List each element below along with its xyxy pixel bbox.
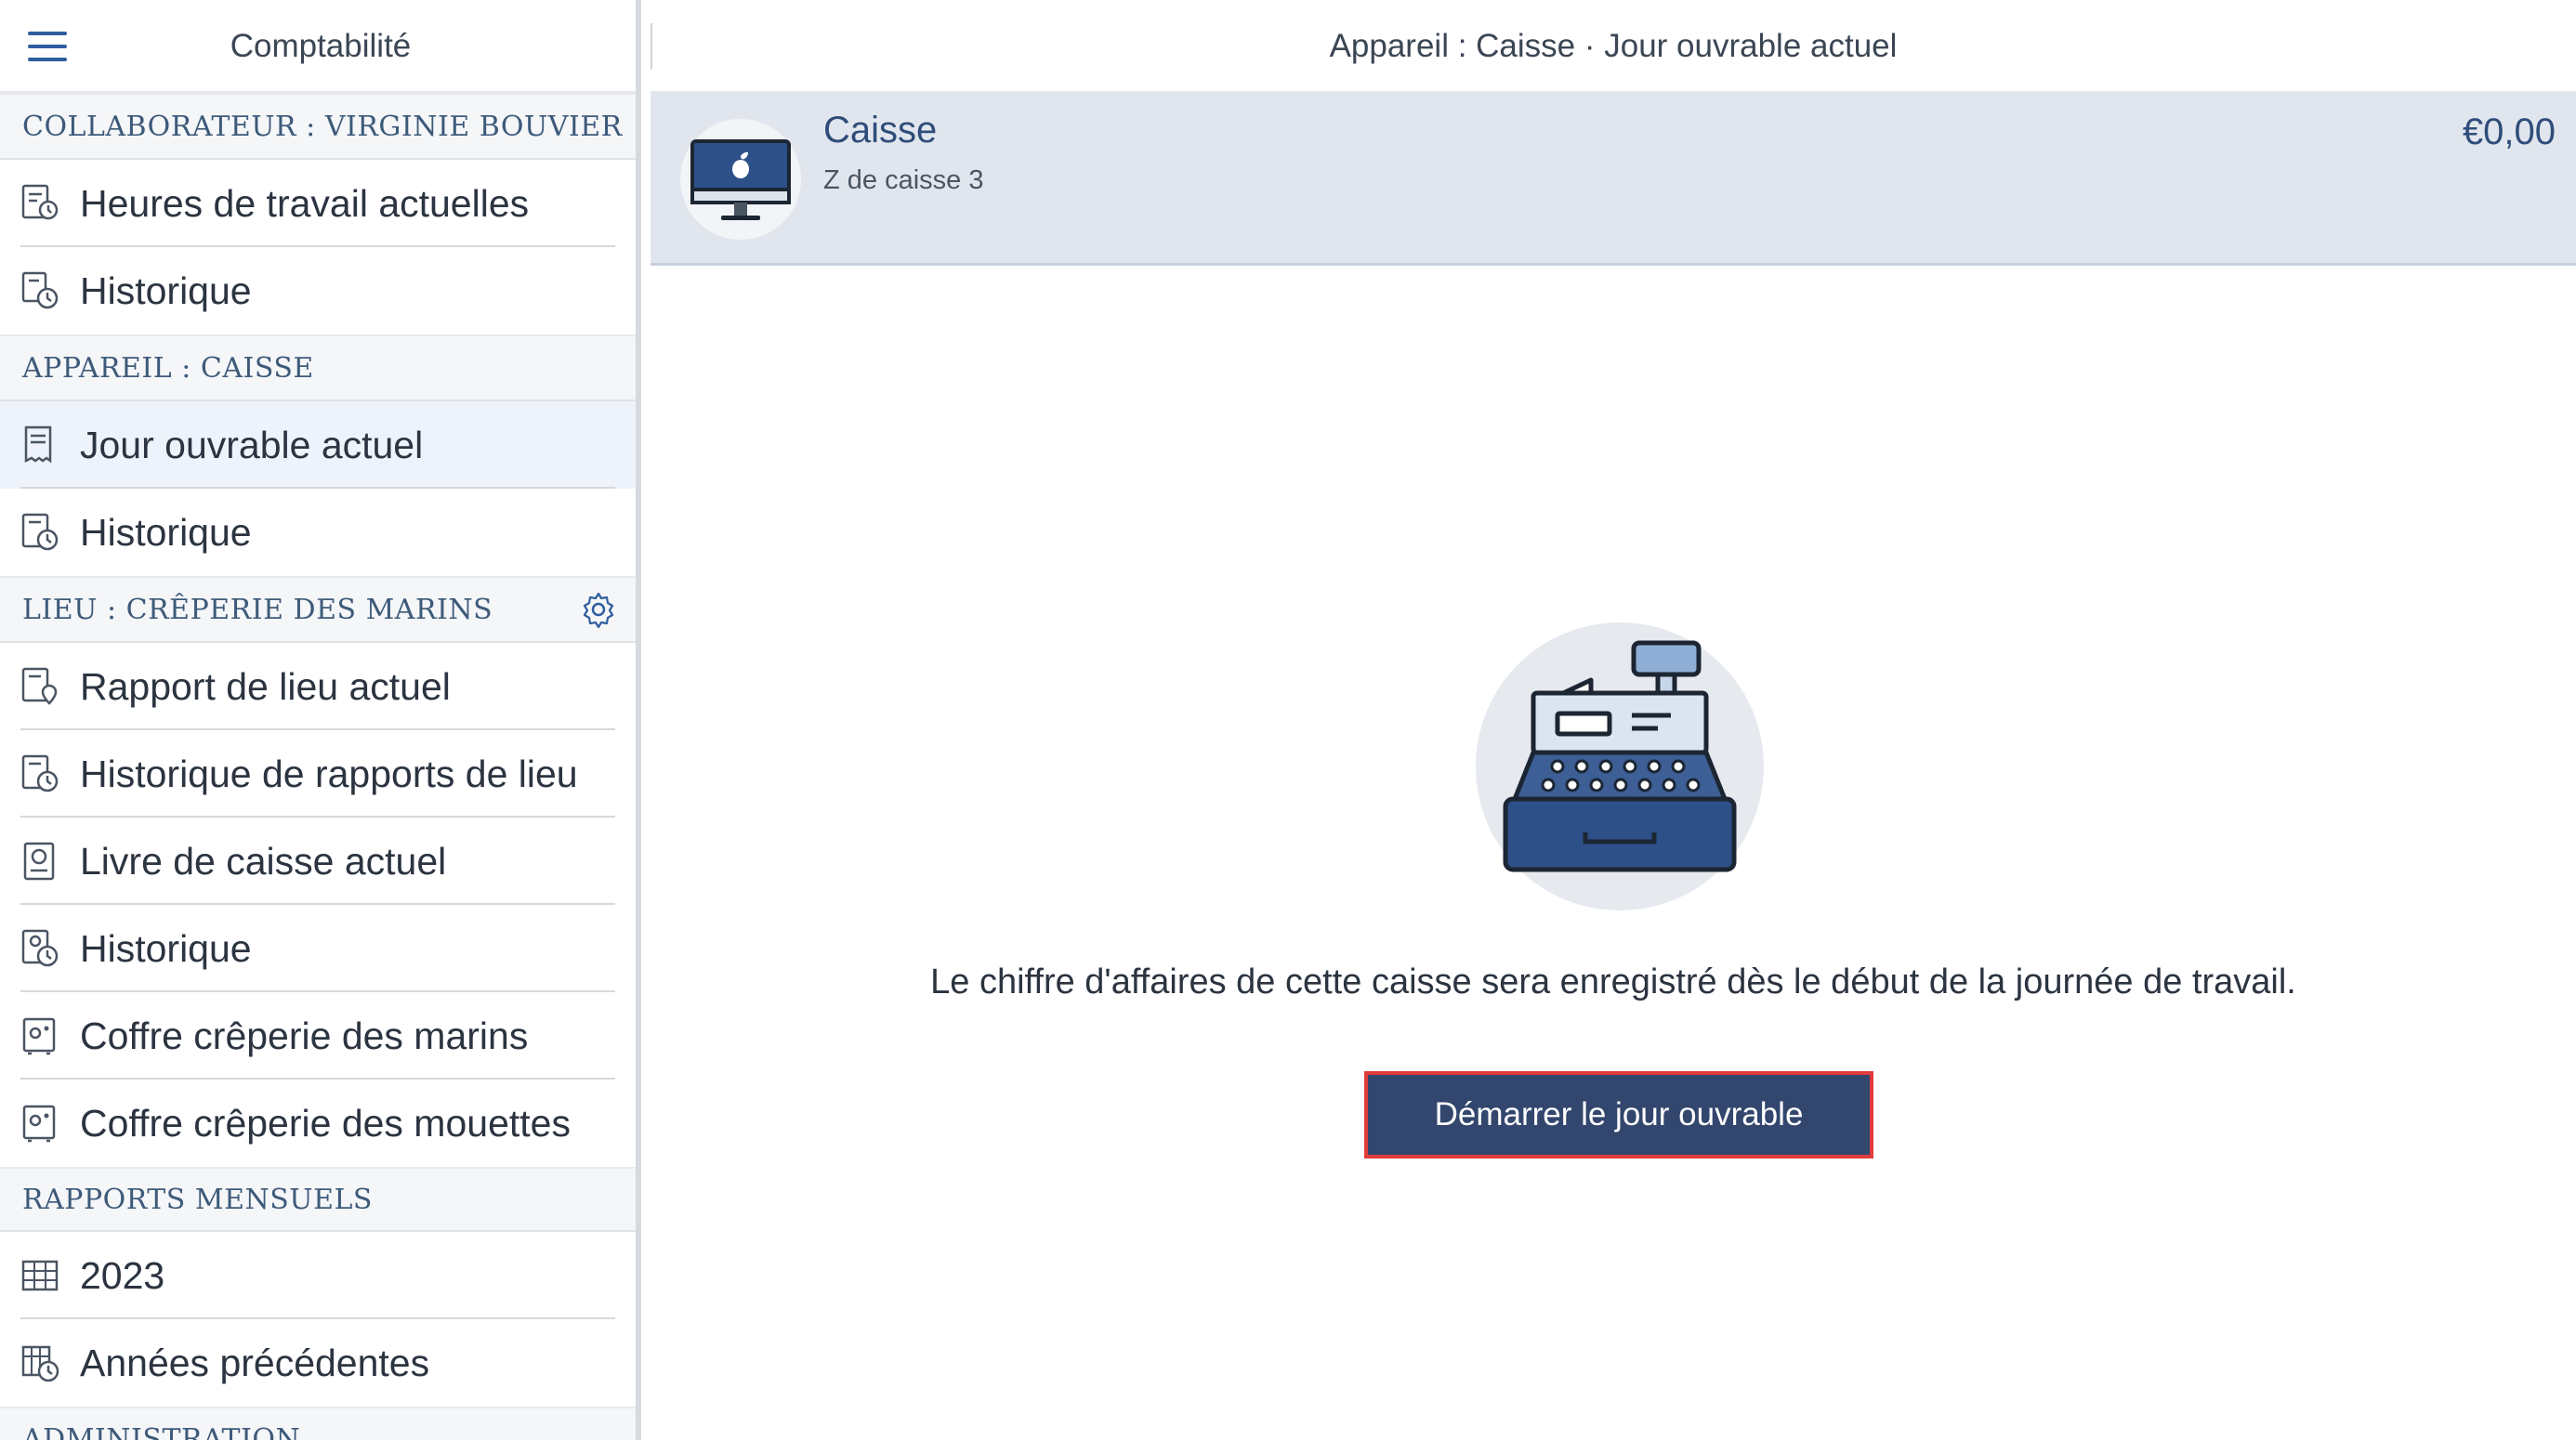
device-subtitle: Z de caisse 3 xyxy=(823,165,984,195)
receipt-history-icon xyxy=(21,513,59,551)
receipt-icon xyxy=(24,425,52,464)
location-history-icon xyxy=(21,754,59,792)
sidebar-item-label: 2023 xyxy=(80,1253,165,1297)
empty-state-illustration xyxy=(1476,622,1764,910)
gear-icon[interactable] xyxy=(580,591,617,628)
sidebar-header: Comptabilité xyxy=(0,0,641,93)
sidebar-item-label: Rapport de lieu actuel xyxy=(80,664,451,708)
sidebar-scrollbar[interactable] xyxy=(636,0,641,1440)
section-header-rapports-mensuels: RAPPORTS MENSUELS xyxy=(0,1167,641,1232)
sidebar-item-work-history[interactable]: Historique xyxy=(0,247,641,334)
menu-icon[interactable] xyxy=(28,32,67,61)
device-name: Caisse xyxy=(823,110,938,151)
sidebar-item-safe-mouettes[interactable]: Coffre crêperie des mouettes xyxy=(0,1080,641,1167)
sidebar-item-previous-years[interactable]: Années précédentes xyxy=(0,1319,641,1407)
sidebar-item-label: Coffre crêperie des marins xyxy=(80,1014,529,1057)
history-icon xyxy=(21,271,59,309)
safe-icon xyxy=(22,1017,56,1055)
device-row[interactable]: Caisse Z de caisse 3 €0,00 xyxy=(651,93,2576,266)
cashbook-icon xyxy=(23,842,55,881)
sidebar-item-safe-marins[interactable]: Coffre crêperie des marins xyxy=(0,992,641,1080)
sidebar-item-current-cashbook[interactable]: Livre de caisse actuel xyxy=(0,818,641,905)
section-header-appareil: APPAREIL : CAISSE xyxy=(0,334,641,401)
timesheet-icon xyxy=(21,184,59,220)
imac-icon xyxy=(690,139,791,220)
section-header-lieu: LIEU : CRÊPERIE DES MARINS xyxy=(0,576,641,643)
main-panel: Appareil : Caisse · Jour ouvrable actuel… xyxy=(651,0,2576,1440)
start-business-day-button[interactable]: Démarrer le jour ouvrable xyxy=(1364,1071,1873,1159)
sidebar-item-label: Historique de rapports de lieu xyxy=(80,752,578,795)
sidebar-item-cashbook-history[interactable]: Historique xyxy=(0,905,641,992)
device-avatar xyxy=(680,119,801,240)
sidebar: Comptabilité COLLABORATEUR : VIRGINIE BO… xyxy=(0,0,641,1440)
section-header-administration: ADMINISTRATION xyxy=(0,1407,641,1440)
device-amount: €0,00 xyxy=(2462,111,2556,152)
sidebar-item-label: Historique xyxy=(80,510,252,554)
page-title: Appareil : Caisse · Jour ouvrable actuel xyxy=(1329,28,1898,64)
sidebar-item-device-history[interactable]: Historique xyxy=(0,489,641,576)
sidebar-item-current-work-hours[interactable]: Heures de travail actuelles xyxy=(0,160,641,247)
sidebar-title: Comptabilité xyxy=(230,28,412,64)
sidebar-item-label: Jour ouvrable actuel xyxy=(80,423,424,466)
cashbook-history-icon xyxy=(21,929,59,967)
sidebar-item-label: Livre de caisse actuel xyxy=(80,839,447,883)
cash-register-icon xyxy=(1503,640,1737,872)
section-header-collaborateur: COLLABORATEUR : VIRGINIE BOUVIER xyxy=(0,93,641,160)
safe-icon xyxy=(22,1105,56,1143)
sidebar-item-label: Historique xyxy=(80,926,252,970)
empty-state-message: Le chiffre d'affaires de cette caisse se… xyxy=(930,962,2296,1001)
sidebar-item-label: Historique xyxy=(80,268,252,312)
sidebar-item-label: Coffre crêperie des mouettes xyxy=(80,1101,571,1145)
calendar-history-icon xyxy=(21,1345,59,1382)
sidebar-item-current-location-report[interactable]: Rapport de lieu actuel xyxy=(0,643,641,730)
sidebar-item-current-business-day[interactable]: Jour ouvrable actuel xyxy=(0,401,641,489)
calendar-grid-icon xyxy=(21,1260,59,1291)
sidebar-item-year-2023[interactable]: 2023 xyxy=(0,1232,641,1319)
location-report-icon xyxy=(21,667,58,705)
sidebar-item-label: Années précédentes xyxy=(80,1341,430,1384)
sidebar-item-location-report-history[interactable]: Historique de rapports de lieu xyxy=(0,730,641,818)
sidebar-item-label: Heures de travail actuelles xyxy=(80,181,530,225)
main-header: Appareil : Caisse · Jour ouvrable actuel xyxy=(651,0,2576,93)
section-header-lieu-label: LIEU : CRÊPERIE DES MARINS xyxy=(22,593,493,626)
